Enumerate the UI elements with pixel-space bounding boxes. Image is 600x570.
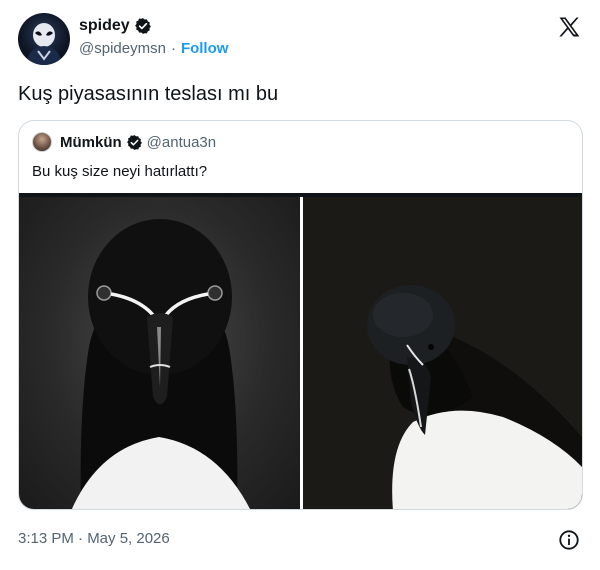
quoted-header: Mümkün @antua3n xyxy=(32,131,216,153)
quoted-display-name[interactable]: Mümkün xyxy=(60,134,122,151)
author-name-row: spidey xyxy=(79,17,152,35)
quoted-media-grid xyxy=(19,197,582,509)
avatar-figure-icon xyxy=(26,23,62,65)
quoted-author-avatar[interactable] xyxy=(32,132,52,152)
info-icon[interactable] xyxy=(558,529,580,551)
separator-dot: · xyxy=(170,40,176,57)
x-logo-icon[interactable] xyxy=(557,15,581,39)
author-display-name[interactable]: spidey xyxy=(79,17,130,35)
razorbill-front-photo[interactable] xyxy=(19,197,300,509)
razorbill-side-photo[interactable] xyxy=(303,197,582,509)
follow-button[interactable]: Follow xyxy=(181,40,229,57)
tweet-text: Kuş piyasasının teslası mı bu xyxy=(18,83,279,105)
tweet-header: spidey @spideymsn · Follow xyxy=(18,13,583,65)
tweet-timestamp[interactable]: 3:13 PM · May 5, 2026 xyxy=(18,530,170,547)
quoted-text: Bu kuş size neyi hatırlattı? xyxy=(32,163,208,180)
quoted-tweet[interactable]: Mümkün @antua3n Bu kuş size neyi hatırla… xyxy=(18,120,583,510)
quoted-verified-badge-icon xyxy=(126,134,142,150)
author-avatar[interactable] xyxy=(18,13,70,65)
quoted-handle[interactable]: @antua3n xyxy=(147,134,216,151)
razorbill-front-icon xyxy=(71,219,250,509)
verified-badge-icon xyxy=(134,18,151,34)
author-handle-row: @spideymsn · Follow xyxy=(79,40,228,57)
author-handle[interactable]: @spideymsn xyxy=(79,40,166,57)
razorbill-side-icon xyxy=(367,285,582,509)
